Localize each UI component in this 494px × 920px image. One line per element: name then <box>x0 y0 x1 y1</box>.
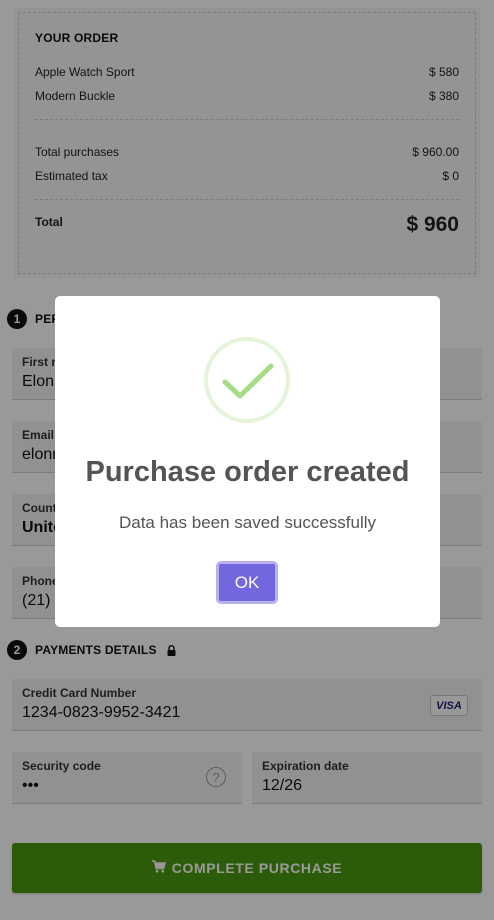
success-check-icon <box>203 336 291 424</box>
dialog-title: Purchase order created <box>85 456 410 488</box>
dialog-message: Data has been saved successfully <box>118 513 377 532</box>
success-dialog: Purchase order created Data has been sav… <box>55 296 440 627</box>
ok-button[interactable]: OK <box>216 561 278 604</box>
